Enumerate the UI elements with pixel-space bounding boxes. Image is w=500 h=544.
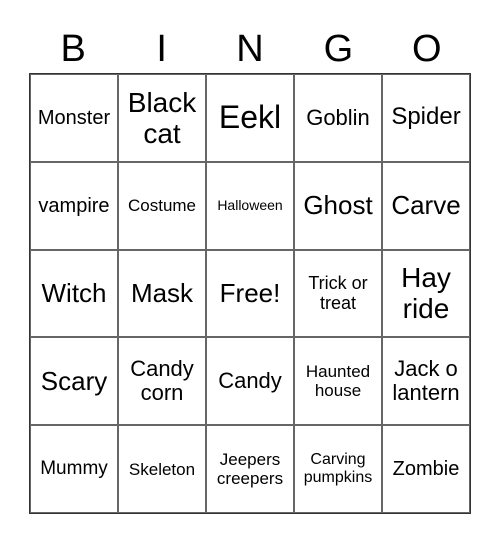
header-letter-g: G [323, 28, 354, 70]
bingo-cell[interactable]: Black cat [118, 74, 206, 162]
header-letter-n: N [236, 28, 264, 70]
header-letter-b: B [60, 28, 86, 70]
bingo-cell[interactable]: Trick or treat [294, 249, 382, 338]
free-space-cell[interactable]: Free! [206, 249, 294, 338]
bingo-cell[interactable]: Costume [118, 161, 206, 250]
bingo-cell[interactable]: Ghost [294, 161, 382, 250]
bingo-cell[interactable]: vampire [30, 161, 118, 250]
bingo-cell[interactable]: Jack o lantern [382, 337, 470, 426]
bingo-cell[interactable]: Halloween [206, 161, 294, 250]
bingo-cell[interactable]: Goblin [294, 74, 382, 162]
bingo-cell[interactable]: Skeleton [118, 425, 206, 513]
bingo-cell[interactable]: Monster [30, 74, 118, 162]
bingo-cell[interactable]: Spider [382, 74, 470, 162]
bingo-cell[interactable]: Candy corn [118, 337, 206, 426]
header-letter-i: I [156, 28, 167, 70]
bingo-cell[interactable]: Mask [118, 249, 206, 338]
bingo-cell[interactable]: Candy [206, 337, 294, 426]
bingo-cell[interactable]: Hay ride [382, 249, 470, 338]
bingo-cell[interactable]: Eekl [206, 74, 294, 162]
bingo-cell[interactable]: Scary [30, 337, 118, 426]
bingo-cell[interactable]: Zombie [382, 425, 470, 513]
bingo-cell[interactable]: Witch [30, 249, 118, 338]
bingo-board: Monster Black cat Eekl Goblin Spider vam… [29, 73, 471, 514]
bingo-cell[interactable]: Carve [382, 161, 470, 250]
bingo-cell[interactable]: Jeepers creepers [206, 425, 294, 513]
header-letter-o: O [412, 28, 442, 70]
bingo-cell[interactable]: Carving pumpkins [294, 425, 382, 513]
bingo-cell[interactable]: Mummy [30, 425, 118, 513]
bingo-header: B I N G O [29, 26, 471, 72]
bingo-cell[interactable]: Haunted house [294, 337, 382, 426]
